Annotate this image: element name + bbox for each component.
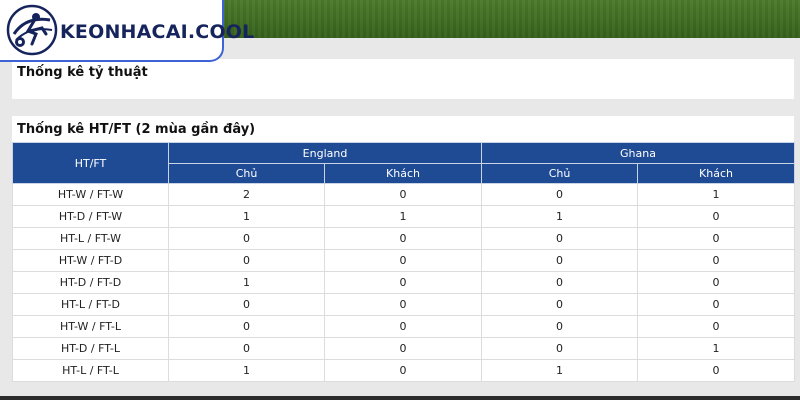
row-label: HT-D / FT-L xyxy=(12,337,169,360)
header-ghana-away: Khách xyxy=(636,163,796,184)
row-label: HT-D / FT-W xyxy=(12,205,169,228)
cell-value: 0 xyxy=(481,271,638,294)
cell-value: 0 xyxy=(636,227,796,250)
cell-value: 1 xyxy=(324,205,482,228)
row-label: HT-D / FT-D xyxy=(12,271,169,294)
header-team-ghana: Ghana xyxy=(480,142,796,164)
cell-value: 0 xyxy=(481,337,638,360)
row-label: HT-W / FT-W xyxy=(12,183,169,206)
table-row: HT-L / FT-W 0 0 0 0 xyxy=(12,227,796,250)
header-ghana-home: Chủ xyxy=(481,163,638,184)
cell-value: 2 xyxy=(168,183,325,206)
row-label: HT-L / FT-W xyxy=(12,227,169,250)
row-label: HT-L / FT-L xyxy=(12,359,169,382)
table-row: HT-D / FT-D 1 0 0 0 xyxy=(12,271,796,294)
cell-value: 1 xyxy=(168,271,325,294)
header-england-away: Khách xyxy=(324,163,482,184)
cell-value: 0 xyxy=(324,249,482,272)
stats-panel: Thống kê tỷ thuật xyxy=(12,59,794,99)
soccer-player-logo-icon xyxy=(6,4,58,56)
cell-value: 1 xyxy=(636,183,796,206)
cell-value: 0 xyxy=(168,227,325,250)
cell-value: 0 xyxy=(324,271,482,294)
logo-text: KEONHACAI.COOL xyxy=(60,21,255,43)
cell-value: 0 xyxy=(636,359,796,382)
table-row: HT-L / FT-D 0 0 0 0 xyxy=(12,293,796,316)
cell-value: 0 xyxy=(168,293,325,316)
row-label: HT-W / FT-D xyxy=(12,249,169,272)
row-label: HT-L / FT-D xyxy=(12,293,169,316)
site-logo[interactable]: KEONHACAI.COOL xyxy=(0,0,254,62)
cell-value: 0 xyxy=(481,183,638,206)
table-row: HT-W / FT-D 0 0 0 0 xyxy=(12,249,796,272)
cell-value: 0 xyxy=(636,315,796,338)
htft-table: HT/FT England Ghana Chủ Khách Chủ Khách … xyxy=(12,142,796,382)
cell-value: 0 xyxy=(636,271,796,294)
table-row: HT-L / FT-L 1 0 1 0 xyxy=(12,359,796,382)
row-label: HT-W / FT-L xyxy=(12,315,169,338)
cell-value: 0 xyxy=(636,249,796,272)
cell-value: 0 xyxy=(168,337,325,360)
cell-value: 0 xyxy=(636,293,796,316)
stats-panel-title: Thống kê tỷ thuật xyxy=(17,65,148,80)
cell-value: 1 xyxy=(481,359,638,382)
cell-value: 0 xyxy=(481,293,638,316)
cell-value: 0 xyxy=(324,183,482,206)
cell-value: 0 xyxy=(324,227,482,250)
cell-value: 0 xyxy=(168,249,325,272)
table-row: HT-D / FT-W 1 1 1 0 xyxy=(12,205,796,228)
cell-value: 1 xyxy=(636,337,796,360)
cell-value: 0 xyxy=(324,293,482,316)
cell-value: 0 xyxy=(324,315,482,338)
cell-value: 0 xyxy=(324,337,482,360)
cell-value: 0 xyxy=(636,205,796,228)
cell-value: 0 xyxy=(481,315,638,338)
header-htft: HT/FT xyxy=(12,142,169,184)
header-team-england: England xyxy=(168,142,482,164)
cell-value: 0 xyxy=(324,359,482,382)
htft-panel-title: Thống kê HT/FT (2 mùa gần đây) xyxy=(17,122,256,137)
cell-value: 1 xyxy=(168,205,325,228)
cell-value: 0 xyxy=(168,315,325,338)
cell-value: 0 xyxy=(481,249,638,272)
cell-value: 0 xyxy=(481,227,638,250)
header-england-home: Chủ xyxy=(168,163,325,184)
htft-panel: Thống kê HT/FT (2 mùa gần đây) HT/FT Eng… xyxy=(12,116,796,382)
table-row: HT-D / FT-L 0 0 0 1 xyxy=(12,337,796,360)
cell-value: 1 xyxy=(481,205,638,228)
cell-value: 1 xyxy=(168,359,325,382)
table-row: HT-W / FT-W 2 0 0 1 xyxy=(12,183,796,206)
table-row: HT-W / FT-L 0 0 0 0 xyxy=(12,315,796,338)
bottom-bar xyxy=(0,396,800,400)
